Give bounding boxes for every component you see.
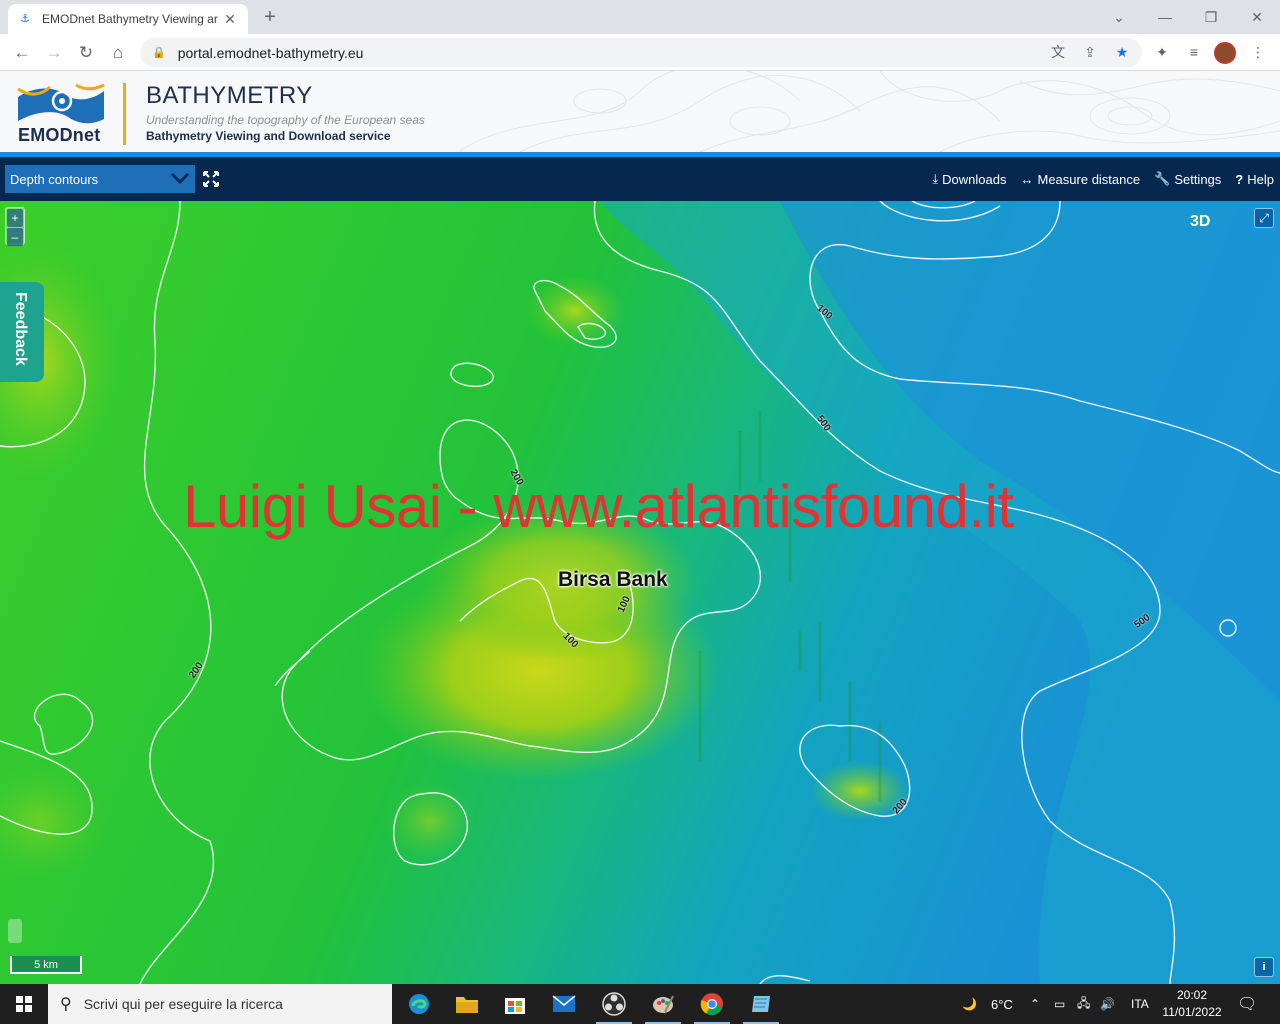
downloads-label: Downloads [942, 171, 1007, 187]
windows-taskbar: ⚲ Scrivi qui per eseguire la ricerca 🌙 6… [0, 984, 1280, 1024]
media-queue-icon[interactable]: ≡ [1182, 40, 1206, 64]
help-link[interactable]: ? Help [1235, 172, 1274, 187]
help-label: Help [1247, 171, 1274, 187]
back-arrow-icon[interactable]: ← [8, 39, 36, 67]
tray-chevron-up-icon[interactable]: ⌃ [1030, 984, 1040, 1024]
bathymetry-map[interactable]: 100 500 200 100 100 500 200 200 Birsa Ba… [0, 201, 1280, 984]
forward-arrow-icon[interactable]: → [40, 39, 68, 67]
windows-start-icon[interactable] [0, 984, 48, 1024]
browser-tab[interactable]: ⚓ EMODnet Bathymetry Viewing ar ✕ [8, 4, 248, 34]
tab-title: EMODnet Bathymetry Viewing ar [42, 12, 218, 26]
address-bar[interactable]: 🔒 portal.emodnet-bathymetry.eu [140, 38, 1142, 67]
mail-icon[interactable] [540, 984, 588, 1024]
measure-distance-link[interactable]: ↔ Measure distance [1021, 172, 1141, 187]
profile-avatar[interactable] [1214, 42, 1236, 64]
browser-toolbar: ← → ↻ ⌂ 🔒 portal.emodnet-bathymetry.eu ⽂… [0, 34, 1280, 71]
store-icon[interactable] [491, 984, 539, 1024]
input-language[interactable]: ITA [1131, 984, 1149, 1024]
toggle-3d-button[interactable]: 3D [1190, 213, 1210, 231]
chevron-down-icon [170, 172, 190, 185]
clock-time: 20:02 [1176, 988, 1208, 1002]
layer-handle[interactable] [8, 919, 22, 943]
network-icon[interactable]: 🖧 [1077, 984, 1090, 1024]
site-favicon-icon: ⚓ [20, 13, 30, 25]
site-header: EMODnet BATHYMETRY Understanding the top… [0, 71, 1280, 152]
zoom-control: + – [5, 207, 25, 246]
settings-link[interactable]: 🔧 Settings [1154, 171, 1221, 187]
watermark-text: Luigi Usai - www.atlantisfound.it [183, 473, 1014, 540]
page-subtitle: Understanding the topography of the Euro… [146, 113, 425, 127]
tab-search-icon[interactable]: ⌄ [1096, 0, 1142, 34]
place-label-birsa-bank: Birsa Bank [558, 568, 668, 591]
reload-icon[interactable]: ↻ [72, 39, 100, 67]
scale-bar: 5 km [10, 956, 82, 974]
url-text: portal.emodnet-bathymetry.eu [177, 44, 364, 61]
home-icon[interactable]: ⌂ [104, 39, 132, 67]
file-explorer-icon[interactable] [443, 984, 491, 1024]
taskbar-search-box[interactable]: ⚲ Scrivi qui per eseguire la ricerca [48, 984, 392, 1024]
info-button[interactable]: i [1254, 957, 1274, 977]
header-divider [123, 83, 126, 145]
notes-app-icon[interactable] [737, 984, 785, 1024]
network-drive-icon[interactable]: ▭ [1054, 984, 1065, 1024]
lock-icon: 🔒 [152, 47, 166, 59]
logo-text: EMODnet [18, 125, 101, 145]
extensions-puzzle-icon[interactable]: ✦ [1150, 40, 1174, 64]
chrome-icon[interactable] [688, 984, 736, 1024]
page-title: BATHYMETRY [146, 82, 313, 109]
layer-select-value: Depth contours [10, 171, 99, 187]
close-window-button[interactable]: ✕ [1234, 0, 1280, 34]
zoom-out-button[interactable]: – [7, 228, 23, 246]
feedback-tab[interactable]: Feedback [0, 282, 44, 382]
question-icon: ? [1235, 171, 1244, 187]
search-icon: ⚲ [60, 996, 72, 1013]
taskbar-clock[interactable]: 20:02 11/01/2022 [1160, 987, 1224, 1021]
volume-icon[interactable]: 🔊 [1100, 984, 1115, 1024]
share-icon[interactable]: ⇪ [1078, 40, 1102, 64]
expand-arrows-icon[interactable] [202, 170, 220, 188]
taskbar-search-placeholder: Scrivi qui per eseguire la ricerca [83, 996, 283, 1012]
wrench-icon: 🔧 [1154, 171, 1171, 186]
obs-icon[interactable] [590, 984, 638, 1024]
notification-center-icon[interactable]: 🗨 [1237, 984, 1257, 1024]
new-tab-button[interactable]: + [258, 6, 282, 30]
clock-date: 11/01/2022 [1162, 1005, 1222, 1019]
close-tab-icon[interactable]: ✕ [222, 11, 238, 28]
menu-kebab-icon[interactable]: ⋮ [1246, 40, 1270, 64]
minimize-button[interactable]: — [1142, 0, 1188, 34]
weather-temperature[interactable]: 6°C [991, 984, 1013, 1024]
feedback-label: Feedback [12, 292, 29, 366]
bookmark-star-icon[interactable]: ★ [1110, 40, 1134, 64]
settings-label: Settings [1174, 171, 1222, 187]
paint-icon[interactable] [639, 984, 687, 1024]
measure-label: Measure distance [1037, 171, 1141, 187]
restore-button[interactable]: ❐ [1188, 0, 1234, 34]
downloads-link[interactable]: ⤓ Downloads [932, 171, 1006, 187]
layer-select[interactable]: Depth contours [5, 165, 195, 193]
fullscreen-icon[interactable]: ⤢ [1254, 208, 1274, 228]
browser-tabstrip: ⚓ EMODnet Bathymetry Viewing ar ✕ + ⌄ — … [0, 0, 1280, 34]
download-icon: ⤓ [932, 171, 939, 186]
weather-moon-icon[interactable]: 🌙 [962, 984, 977, 1024]
translate-icon[interactable]: ⽂ [1046, 40, 1070, 64]
service-name: Bathymetry Viewing and Download service [146, 129, 391, 143]
edge-icon[interactable] [395, 984, 443, 1024]
bathymetry-raster [0, 201, 1280, 984]
app-navbar: Depth contours ⤓ Downloads ↔ Measure dis… [0, 157, 1280, 201]
arrows-horizontal-icon: ↔ [1020, 171, 1034, 187]
zoom-in-button[interactable]: + [7, 209, 23, 227]
